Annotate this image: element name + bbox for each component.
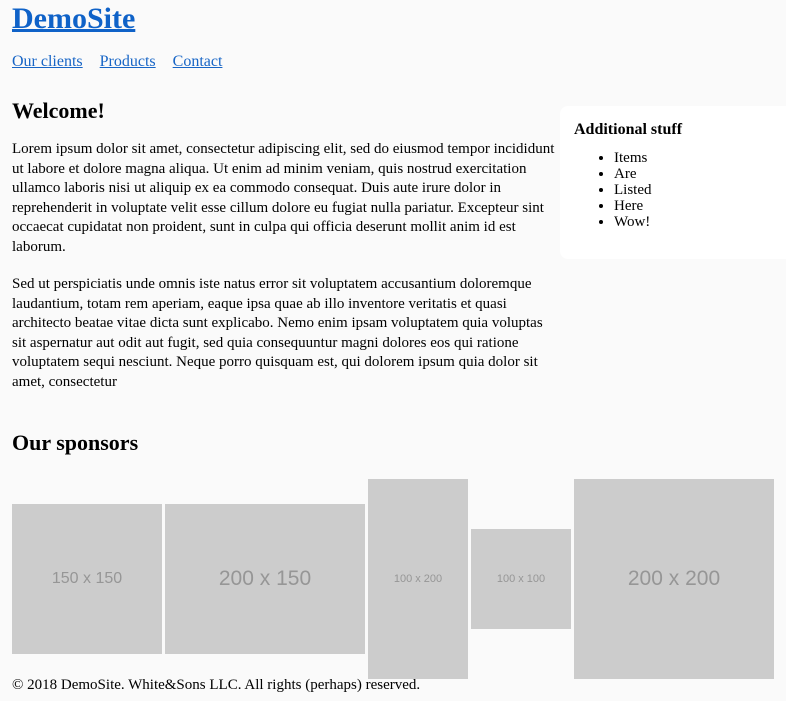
sponsor-placeholder-label: 200 x 150 <box>218 567 312 590</box>
nav-link-products[interactable]: Products <box>100 53 156 70</box>
sponsor-placeholder-200x200: 200 x 200 <box>574 479 774 679</box>
sponsor-placeholder-200x150: 200 x 150 <box>165 504 365 654</box>
sponsor-placeholder-label: 100 x 200 <box>393 573 443 585</box>
sponsor-placeholder-100x100: 100 x 100 <box>471 529 571 629</box>
list-item: Listed <box>614 182 786 198</box>
sponsors-section: Our sponsors 150 x 150 200 x 150 100 x 2… <box>12 430 774 684</box>
nav-link-contact[interactable]: Contact <box>173 53 223 70</box>
sponsors-heading: Our sponsors <box>12 430 139 455</box>
sponsor-placeholder-150x150: 150 x 150 <box>12 504 162 654</box>
site-header: DemoSite Our clients Products Contact <box>0 0 786 72</box>
intro-paragraph-1: Lorem ipsum dolor sit amet, consectetur … <box>12 141 555 255</box>
copyright-text: © 2018 DemoSite. White&Sons LLC. All rig… <box>12 677 421 693</box>
list-item: Items <box>614 150 786 166</box>
sponsor-placeholder-100x200: 100 x 200 <box>368 479 468 679</box>
list-item: Are <box>614 166 786 182</box>
list-item: Here <box>614 198 786 214</box>
main-nav: Our clients Products Contact <box>12 52 774 72</box>
page-title: DemoSite <box>12 0 774 36</box>
sponsor-placeholder-label: 200 x 200 <box>627 567 721 590</box>
welcome-heading: Welcome! <box>12 98 105 123</box>
content-wrap: Welcome! Lorem ipsum dolor sit amet, con… <box>0 98 786 684</box>
site-title-link[interactable]: DemoSite <box>12 2 135 35</box>
intro-paragraph-2: Sed ut perspiciatis unde omnis iste natu… <box>12 276 543 390</box>
sponsor-placeholder-label: 100 x 100 <box>496 573 546 585</box>
sidebar-heading: Additional stuff <box>574 121 683 138</box>
list-item: Wow! <box>614 214 786 230</box>
sponsors-row: 150 x 150 200 x 150 100 x 200 100 x 100 … <box>12 474 774 684</box>
additional-stuff-card: Additional stuff Items Are Listed Here W… <box>560 106 786 259</box>
sidebar-list: Items Are Listed Here Wow! <box>574 150 786 230</box>
site-footer: © 2018 DemoSite. White&Sons LLC. All rig… <box>0 676 786 694</box>
nav-link-our-clients[interactable]: Our clients <box>12 53 83 70</box>
main-column: Welcome! Lorem ipsum dolor sit amet, con… <box>12 98 557 392</box>
sponsor-placeholder-label: 150 x 150 <box>51 570 123 587</box>
